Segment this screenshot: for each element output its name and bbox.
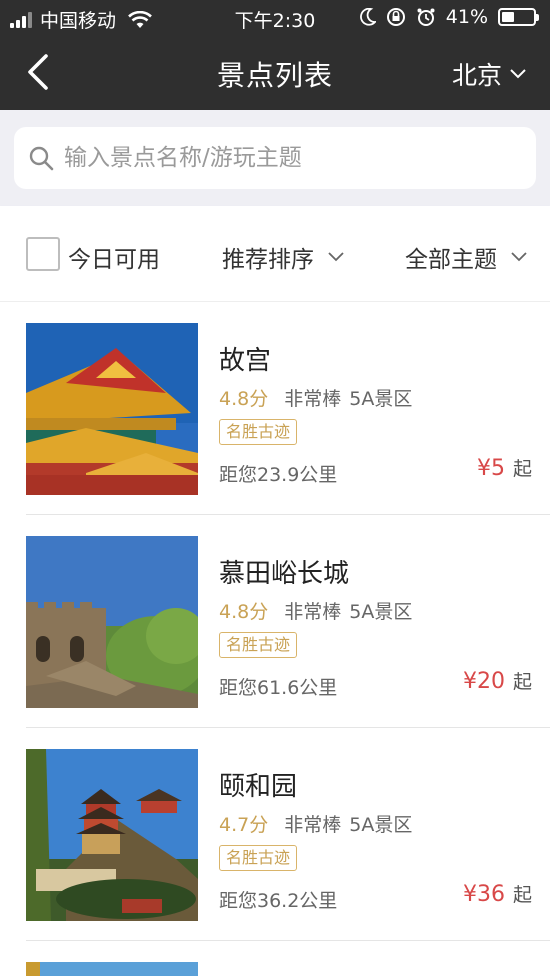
search-section	[0, 110, 550, 206]
status-icons: 41%	[359, 6, 539, 28]
list-item[interactable]: 慕田峪长城 4.8分 非常棒 5A景区 名胜古迹 距您61.6公里 ¥20 起	[26, 515, 550, 728]
theme-label: 全部主题	[405, 247, 497, 273]
rating-row: 4.8分 非常棒 5A景区	[219, 384, 412, 411]
price-value: ¥5	[476, 456, 505, 481]
spot-praise: 非常棒	[284, 601, 342, 623]
spot-name: 慕田峪长城	[219, 559, 350, 589]
spot-name: 故宫	[219, 346, 272, 376]
spot-tag: 名胜古迹	[219, 845, 298, 871]
spot-level: 5A景区	[349, 388, 413, 410]
price-suffix: 起	[512, 458, 532, 480]
theme-dropdown[interactable]: 全部主题	[405, 240, 527, 274]
list-item[interactable]: 颐和园 4.7分 非常棒 5A景区 名胜古迹 距您36.2公里 ¥36 起	[26, 728, 550, 941]
moon-icon	[359, 8, 376, 26]
spot-distance: 距您61.6公里	[219, 677, 338, 699]
spot-price: ¥5 起	[477, 454, 532, 481]
price-value: ¥36	[462, 882, 505, 907]
sort-label: 推荐排序	[222, 247, 314, 273]
search-icon	[29, 146, 54, 171]
spot-price: ¥36 起	[463, 880, 532, 907]
filter-bar: 今日可用 推荐排序 全部主题	[0, 206, 550, 302]
spot-distance: 距您36.2公里	[219, 890, 338, 912]
spot-price: ¥20 起	[463, 667, 532, 694]
chevron-down-icon	[511, 252, 527, 262]
spot-level: 5A景区	[349, 601, 413, 623]
rating-row: 4.8分 非常棒 5A景区	[219, 597, 412, 624]
sort-dropdown[interactable]: 推荐排序	[222, 240, 344, 274]
status-bar: 中国移动 下午2:30 41%	[0, 0, 550, 34]
battery-percent: 41%	[445, 6, 488, 28]
spot-tag: 名胜古迹	[219, 632, 298, 658]
spot-score: 4.7分	[219, 814, 269, 836]
list-item[interactable]: 故宫 4.8分 非常棒 5A景区 名胜古迹 距您23.9公里 ¥5 起	[26, 302, 550, 515]
today-available-label[interactable]: 今日可用	[68, 240, 160, 274]
search-input[interactable]	[64, 145, 504, 171]
search-box[interactable]	[14, 127, 536, 189]
spot-level: 5A景区	[349, 814, 413, 836]
chevron-down-icon	[328, 252, 344, 262]
battery-icon	[498, 8, 539, 26]
spot-tag: 名胜古迹	[219, 419, 298, 445]
rating-row: 4.7分 非常棒 5A景区	[219, 810, 412, 837]
price-suffix: 起	[512, 671, 532, 693]
spot-name: 颐和园	[219, 772, 298, 802]
spot-photo	[26, 962, 198, 976]
alarm-icon	[417, 8, 435, 26]
spot-score: 4.8分	[219, 388, 269, 410]
spot-score: 4.8分	[219, 601, 269, 623]
great-wall-photo	[26, 536, 198, 708]
spot-praise: 非常棒	[284, 814, 342, 836]
nav-bar: 景点列表 北京	[0, 34, 550, 110]
city-label: 北京	[451, 61, 502, 90]
spot-distance: 距您23.9公里	[219, 464, 338, 486]
list-item[interactable]	[26, 941, 550, 976]
price-suffix: 起	[512, 884, 532, 906]
chevron-down-icon	[510, 69, 526, 79]
today-available-checkbox[interactable]	[26, 237, 60, 271]
price-value: ¥20	[462, 669, 505, 694]
summer-palace-photo	[26, 749, 198, 921]
orientation-lock-icon	[386, 8, 405, 26]
forbidden-city-photo	[26, 323, 198, 495]
city-selector[interactable]: 北京	[452, 56, 526, 92]
spot-praise: 非常棒	[284, 388, 342, 410]
spot-list: 故宫 4.8分 非常棒 5A景区 名胜古迹 距您23.9公里 ¥5 起 慕田峪长…	[0, 302, 550, 976]
